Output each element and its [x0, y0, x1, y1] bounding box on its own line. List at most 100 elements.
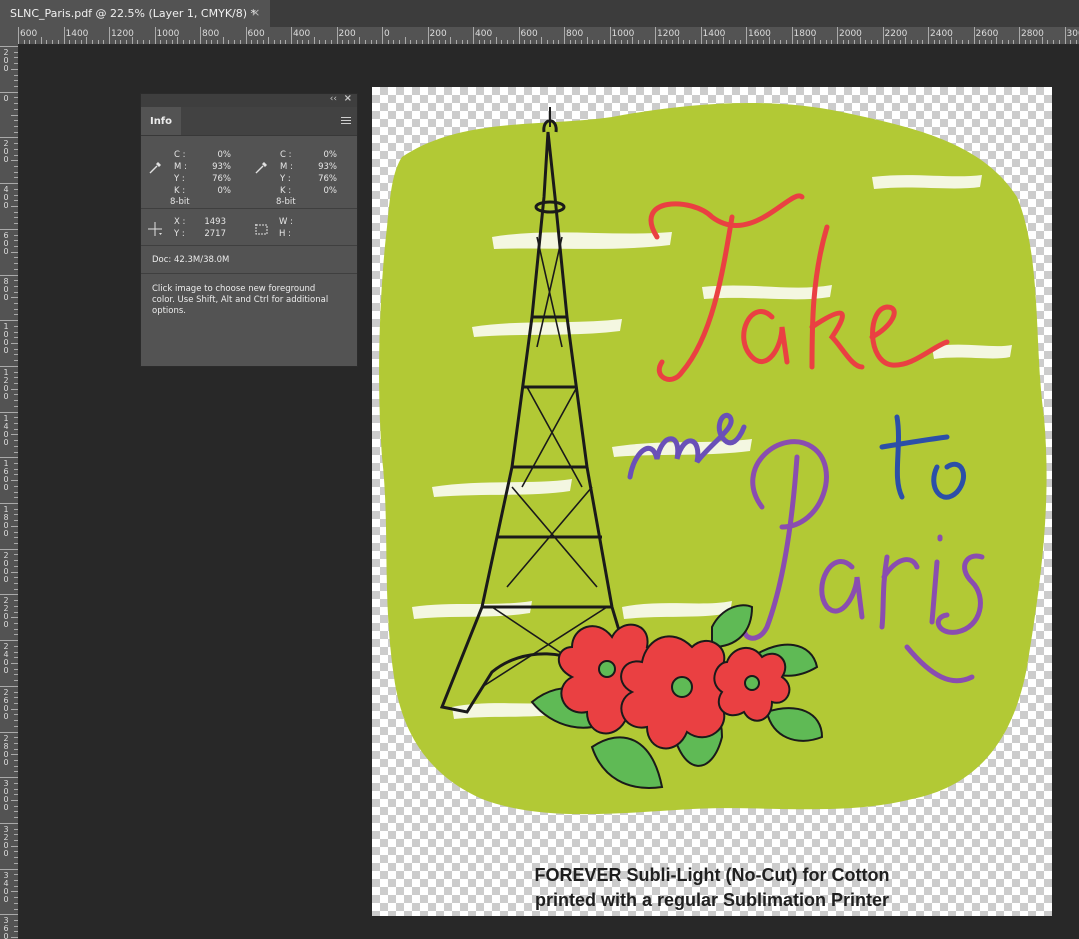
ruler-tick: [0, 914, 18, 916]
ruler-tick: [14, 85, 18, 87]
ruler-label: 1600: [3, 459, 9, 493]
ruler-label: 2200: [884, 29, 908, 39]
close-icon[interactable]: ×: [251, 6, 260, 19]
ruler-tick: [14, 680, 18, 682]
ruler-tick: [564, 27, 565, 44]
help-section: Click image to choose new foreground col…: [141, 274, 357, 354]
ruler-tick: [14, 400, 18, 402]
ruler-tick: [14, 280, 18, 282]
ruler-tick: [188, 40, 190, 44]
ruler-tick: [14, 771, 18, 773]
ruler-tick: [14, 234, 18, 236]
ruler-tick: [842, 40, 844, 44]
ruler-tick: [376, 40, 378, 44]
caption-line-1: FOREVER Subli-Light (No-Cut) for Cotton: [534, 865, 890, 885]
selection-rect-icon: [255, 224, 268, 235]
tab-info[interactable]: Info: [141, 107, 181, 135]
ruler-tick: [154, 27, 156, 44]
bit-depth-label: 8-bit: [276, 197, 296, 207]
ruler-tick: [14, 657, 18, 659]
ruler-tick: [14, 874, 18, 876]
ruler-tick: [29, 40, 31, 44]
ruler-tick: [14, 885, 18, 887]
ruler-tick: [14, 377, 18, 379]
ruler-tick: [478, 40, 480, 44]
ruler-tick: [239, 40, 241, 44]
ruler-tick: [74, 40, 76, 44]
ruler-tick: [336, 27, 338, 44]
ruler-tick: [319, 40, 321, 44]
ruler-tick: [848, 40, 850, 44]
ruler-tick: [14, 285, 18, 287]
eyedropper-icon: [255, 162, 267, 174]
ruler-tick: [14, 805, 18, 807]
ruler-tick: [14, 303, 18, 305]
ruler-tick: [939, 40, 941, 44]
document-canvas[interactable]: FOREVER Subli-Light (No-Cut) for Cotton …: [372, 87, 1052, 916]
ruler-tick: [14, 531, 18, 533]
ruler-label: 1000: [156, 29, 180, 39]
ruler-tick: [11, 480, 18, 482]
size-readout: W : H :: [279, 217, 293, 239]
ruler-tick: [11, 68, 18, 70]
ruler-tick: [14, 314, 18, 316]
info-panel: ‹‹ × Info C :0% M :93% Y :76% K :0% 8-bi…: [140, 93, 358, 367]
ruler-tick: [490, 40, 492, 44]
ruler-tick: [956, 40, 958, 44]
ruler-label: 3600: [3, 916, 9, 939]
artwork: [379, 102, 1047, 815]
collapse-icon[interactable]: ‹‹: [330, 94, 337, 104]
ruler-tick: [683, 40, 685, 44]
ruler-tick: [427, 27, 429, 44]
ruler-tick: [569, 40, 571, 44]
ruler-label: 3200: [3, 824, 9, 858]
ruler-tick: [0, 685, 18, 687]
ruler-tick: [387, 40, 389, 44]
ruler-tick: [0, 274, 18, 276]
ruler-tick: [1001, 40, 1003, 44]
ruler-label: 3000: [3, 779, 9, 813]
ruler-tick: [660, 40, 662, 44]
ruler-tick: [666, 40, 668, 44]
ruler-tick: [14, 211, 18, 213]
panel-menu-icon[interactable]: [341, 117, 351, 126]
ruler-tick: [14, 268, 18, 270]
ruler-tick: [14, 463, 18, 464]
ruler-tick: [700, 27, 702, 44]
ruler-tick: [23, 40, 25, 44]
ruler-tick: [256, 40, 258, 44]
ruler-tick: [797, 40, 799, 44]
ruler-tick: [0, 822, 18, 824]
ruler-tick: [11, 937, 18, 939]
ruler-tick: [14, 337, 18, 339]
ruler-tick: [14, 325, 18, 327]
ruler-tick: [910, 40, 912, 44]
ruler-tick: [14, 577, 18, 579]
ruler-tick: [11, 845, 18, 847]
ruler-tick: [14, 565, 18, 567]
ruler-corner[interactable]: [0, 27, 18, 44]
ruler-vertical[interactable]: 2000200400600800100012001400160018002000…: [0, 44, 19, 939]
ruler-tick: [11, 297, 18, 299]
ruler-tick: [0, 777, 18, 779]
ruler-horizontal[interactable]: 600 1400 1200 1000 800 600 400 200 0 200 400 600 800…: [18, 27, 1079, 45]
ruler-tick: [69, 40, 71, 44]
ruler-label: 2000: [839, 29, 862, 39]
ruler-tick: [14, 57, 18, 59]
ruler-tick: [325, 40, 327, 44]
ruler-tick: [14, 200, 18, 202]
ruler-tick: [421, 40, 423, 44]
document-tab[interactable]: SLNC_Paris.pdf @ 22.5% (Layer 1, CMYK/8)…: [0, 0, 270, 27]
panel-header[interactable]: ‹‹ ×: [141, 93, 357, 107]
ruler-tick: [524, 40, 526, 44]
ruler-tick: [14, 497, 18, 499]
ruler-label: 600: [3, 230, 9, 256]
ruler-label: 600: [247, 29, 265, 39]
ruler-tick: [876, 40, 878, 44]
ruler-label: 200: [3, 139, 9, 165]
ruler-tick: [14, 171, 18, 173]
ruler-tick: [14, 80, 18, 82]
close-icon[interactable]: ×: [344, 93, 352, 104]
ruler-tick: [734, 40, 736, 44]
ruler-tick: [11, 571, 18, 573]
